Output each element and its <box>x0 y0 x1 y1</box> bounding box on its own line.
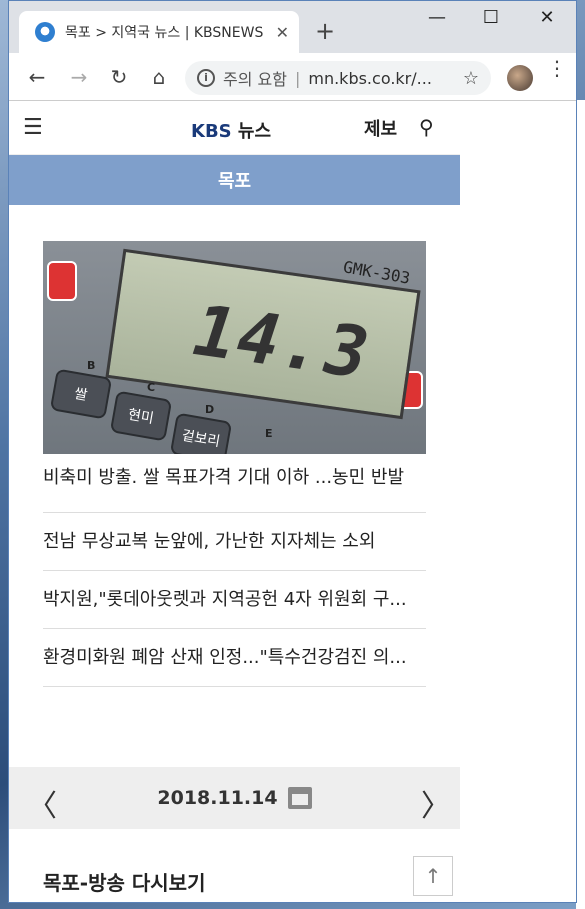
maximize-button[interactable]: ☐ <box>471 7 511 28</box>
calendar-icon[interactable] <box>287 787 312 809</box>
browser-toolbar: ← → ↻ ⌂ i 주의 요함 | mn.kbs.co.kr/... ☆ ⋮ <box>9 53 576 101</box>
next-date-button[interactable]: 〉 <box>421 781 451 825</box>
hamburger-menu-icon[interactable]: ☰ <box>23 115 43 140</box>
red-pad-left <box>47 261 77 301</box>
home-button[interactable]: ⌂ <box>147 65 171 89</box>
forward-button[interactable]: → <box>67 65 91 89</box>
news-item[interactable]: 박지원,"롯데아웃렛과 지역공헌 4자 위원회 구... <box>43 571 426 629</box>
key-letter-d: D <box>205 403 215 416</box>
logo-news: 뉴스 <box>237 121 272 142</box>
news-item[interactable]: 환경미화원 폐암 산재 인정..."특수건강검진 의... <box>43 629 426 687</box>
reload-button[interactable]: ↻ <box>107 65 131 89</box>
page-empty-area <box>460 101 576 902</box>
arrow-up-icon: ↑ <box>424 864 442 888</box>
kbs-favicon-icon <box>35 22 55 42</box>
key-brown-rice: 현미 <box>109 390 173 442</box>
key-barley: 겉보리 <box>169 412 233 454</box>
news-content: 14.3 GMK-303 B C D E 쌀 현미 겉보리 비축미 방출. 쌀 … <box>9 205 460 687</box>
window-close-button[interactable]: ✕ <box>527 7 567 28</box>
profile-avatar[interactable] <box>507 65 533 91</box>
search-icon[interactable]: ⚲ <box>419 115 434 139</box>
news-item[interactable]: 전남 무상교복 눈앞에, 가난한 지자체는 소외 <box>43 513 426 571</box>
bookmark-star-icon[interactable]: ☆ <box>463 68 479 89</box>
minimize-button[interactable]: — <box>417 7 457 28</box>
address-bar[interactable]: i 주의 요함 | mn.kbs.co.kr/... ☆ <box>185 61 491 95</box>
security-label: 주의 요함 <box>223 70 287 89</box>
tab-title: 목포 > 지역국 뉴스 | KBSNEWS <box>65 25 264 41</box>
key-rice: 쌀 <box>49 368 113 420</box>
replay-section-title: 목포-방송 다시보기 <box>43 871 206 895</box>
desktop-background-strip <box>576 100 585 909</box>
browser-window: 목포 > 지역국 뉴스 | KBSNEWS ✕ + — ☐ ✕ ← → ↻ ⌂ … <box>8 0 577 903</box>
report-button[interactable]: 제보 <box>364 115 397 141</box>
browser-tab[interactable]: 목포 > 지역국 뉴스 | KBSNEWS ✕ <box>19 11 299 53</box>
headline-link[interactable]: 비축미 방출. 쌀 목표가격 기대 이하 ...농민 반발 <box>43 464 426 513</box>
browser-menu-icon[interactable]: ⋮ <box>547 58 567 78</box>
back-button[interactable]: ← <box>25 65 49 89</box>
region-bar: 목포 <box>9 155 460 205</box>
scroll-top-button[interactable]: ↑ <box>413 856 453 896</box>
key-letter-c: C <box>147 381 156 394</box>
headline-thumbnail-image[interactable]: 14.3 GMK-303 B C D E 쌀 현미 겉보리 <box>43 241 426 454</box>
new-tab-button[interactable]: + <box>315 19 335 43</box>
logo-kbs: KBS <box>191 121 232 142</box>
page-viewport: ☰ KBS 뉴스 제보 ⚲ 목포 14.3 GMK-303 B C D E 쌀 … <box>9 101 460 902</box>
key-letter-e: E <box>265 427 273 440</box>
tab-strip: 목포 > 지역국 뉴스 | KBSNEWS ✕ + — ☐ ✕ <box>9 1 576 53</box>
date-navigation: 〈 2018.11.14 〉 <box>9 767 460 829</box>
prev-date-button[interactable]: 〈 <box>27 781 57 825</box>
region-title: 목포 <box>217 171 252 192</box>
current-date[interactable]: 2018.11.14 <box>157 787 277 809</box>
address-separator: | <box>294 68 301 88</box>
tab-close-icon[interactable]: ✕ <box>276 23 289 42</box>
url-text[interactable]: mn.kbs.co.kr/... <box>308 69 457 88</box>
info-icon[interactable]: i <box>197 69 215 87</box>
key-letter-b: B <box>87 359 96 372</box>
site-header: ☰ KBS 뉴스 제보 ⚲ <box>9 101 460 155</box>
kbs-news-logo[interactable]: KBS 뉴스 <box>191 117 271 143</box>
